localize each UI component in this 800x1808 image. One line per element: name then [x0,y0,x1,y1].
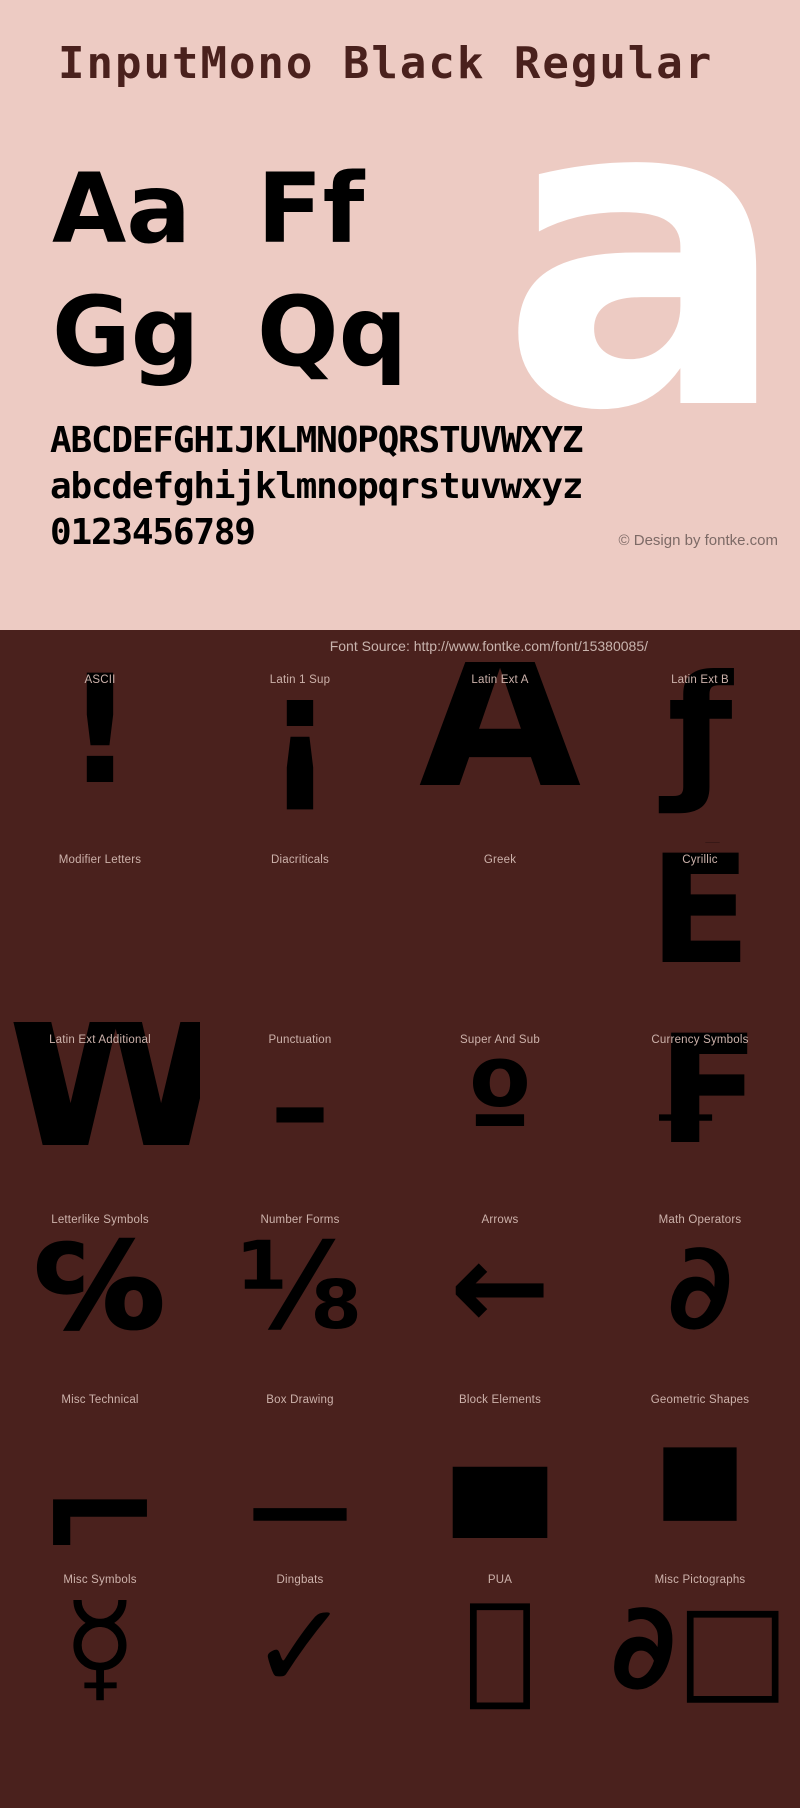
glyph-row: Letterlike Symbols ℅ Number Forms ⅛ Arro… [0,1202,800,1382]
glyph-cell-label: Arrows [481,1214,519,1226]
glyph-cell-label: Geometric Shapes [650,1394,750,1406]
glyph-cell-box-drawing: Box Drawing ─ [200,1382,400,1562]
letter-pair: Aa [52,153,192,265]
glyph-sample: ☿ [63,1578,137,1717]
glyph-cell-label: Super And Sub [460,1034,540,1046]
letter-pair-showcase: Aa Ff Gg Qq [52,148,462,394]
letter-pair-row: Aa Ff [52,148,462,271]
glyph-cell-latin-ext-a: Latin Ext A Ā [400,662,600,842]
alphabet-showcase: ABCDEFGHIJKLMNOPQRSTUVWXYZ abcdefghijklm… [50,418,584,556]
glyph-cell-arrows: Arrows ← [400,1202,600,1382]
glyph-cell-math-operators: Math Operators ∂ [600,1202,800,1382]
alphabet-line-digits: 0123456789 [50,512,256,554]
glyph-sample: ▄ [453,1398,547,1537]
alphabet-line-uppercase: ABCDEFGHIJKLMNOPQRSTUVWXYZ [50,420,584,461]
glyph-cell-currency-symbols: Currency Symbols ₣ [600,1022,800,1202]
alphabet-line-lowercase: abcdefghijklmnopqrstuvwxyz [50,466,584,508]
font-specimen-panel: InputMono Black Regular a Aa Ff Gg Qq AB… [0,0,800,630]
glyph-sample: ⌐ [37,1428,163,1562]
glyph-cell-label: Latin 1 Sup [269,674,331,686]
glyph-cell-label: Misc Technical [61,1394,139,1406]
glyph-cell-block-elements: Block Elements ▄ [400,1382,600,1562]
glyph-cell-latin-ext-additional: Latin Ext Additional Ẃ [0,1022,200,1202]
glyph-cell-diacriticals: Diacriticals ̀ [200,842,400,1022]
glyph-sample:  [400,1588,600,1708]
glyph-cell-label: Misc Pictographs [654,1574,746,1586]
glyph-cell-label: Number Forms [260,1214,340,1226]
glyph-cell-label: Greek [483,854,517,866]
glyph-sample: ∂□ [610,1578,790,1717]
letter-pair-row: Gg Qq [52,271,462,394]
glyph-cell-label: Dingbats [276,1574,324,1586]
copyright-notice: © Design by fontke.com [618,532,778,549]
glyph-cell-label: Cyrillic [682,854,718,866]
glyph-cell-label: Latin Ext A [471,674,529,686]
glyph-cell-cyrillic: Cyrillic Ѐ [600,842,800,1022]
glyph-cell-label: Currency Symbols [651,1034,749,1046]
glyph-sample: ─ [254,1428,346,1562]
glyph-cell-label: Punctuation [268,1034,332,1046]
glyph-cell-label: Block Elements [458,1394,542,1406]
glyph-cell-label: Modifier Letters [58,854,142,866]
glyph-cell-label: Latin Ext Additional [49,1034,151,1046]
glyph-sample: ← [449,1218,551,1357]
glyph-sample: ✓ [249,1578,351,1717]
glyph-row: ASCII ! Latin 1 Sup ¡ Latin Ext A Ā Lati… [0,662,800,842]
glyph-cell-latin-1-sup: Latin 1 Sup ¡ [200,662,400,842]
glyph-cell-label: ASCII [84,674,116,686]
glyph-cell-geometric-shapes: Geometric Shapes ■ [600,1382,800,1562]
font-source-text: Font Source: http://www.fontke.com/font/… [329,638,648,654]
glyph-row: Modifier Letters ˋ Diacriticals ̀ Greek … [0,842,800,1022]
glyph-cell-pua: PUA  [400,1562,600,1742]
glyph-cell-latin-ext-b: Latin Ext B ƒ [600,662,800,842]
glyph-cell-letterlike-symbols: Letterlike Symbols ℅ [0,1202,200,1382]
glyph-cell-label: Latin Ext B [671,674,729,686]
glyph-sample: º [466,1038,534,1177]
glyph-sample: – [270,1038,330,1177]
glyph-cell-dingbats: Dingbats ✓ [200,1562,400,1742]
glyph-cell-modifier-letters: Modifier Letters ˋ [0,842,200,1022]
glyph-cell-punctuation: Punctuation – [200,1022,400,1202]
font-title: InputMono Black Regular [58,38,714,89]
glyph-cell-greek: Greek ΄ [400,842,600,1022]
glyph-cell-label: Diacriticals [271,854,329,866]
unicode-coverage-grid: ASCII ! Latin 1 Sup ¡ Latin Ext A Ā Lati… [0,662,800,1742]
glyph-sample: ∂ [667,1218,733,1357]
glyph-cell-label: Math Operators [658,1214,742,1226]
glyph-cell-ascii: ASCII ! [0,662,200,842]
glyph-row: Misc Technical ⌐ Box Drawing ─ Block Ele… [0,1382,800,1562]
letter-pair: Ff [257,153,365,265]
glyph-row: Misc Symbols ☿ Dingbats ✓ PUA  Misc Pic… [0,1562,800,1742]
glyph-sample: ■ [654,1420,746,1532]
glyph-cell-label: Letterlike Symbols [51,1214,149,1226]
glyph-cell-misc-pictographs: Misc Pictographs ∂□ [600,1562,800,1742]
font-source-bar: Font Source: http://www.fontke.com/font/… [0,630,800,662]
letter-pair: Gg [52,275,200,388]
glyph-cell-label: Box Drawing [266,1394,334,1406]
glyph-sample: ℅ [34,1218,166,1357]
watermark-glyph: a [499,5,790,505]
glyph-cell-label: Misc Symbols [63,1574,137,1586]
glyph-cell-number-forms: Number Forms ⅛ [200,1202,400,1382]
glyph-cell-label: PUA [487,1574,513,1586]
letter-pair: Qq [257,275,408,388]
glyph-sample: ⅛ [237,1218,363,1357]
glyph-row: Latin Ext Additional Ẃ Punctuation – Sup… [0,1022,800,1202]
glyph-cell-misc-technical: Misc Technical ⌐ [0,1382,200,1562]
glyph-cell-misc-symbols: Misc Symbols ☿ [0,1562,200,1742]
glyph-cell-super-and-sub: Super And Sub º [400,1022,600,1202]
